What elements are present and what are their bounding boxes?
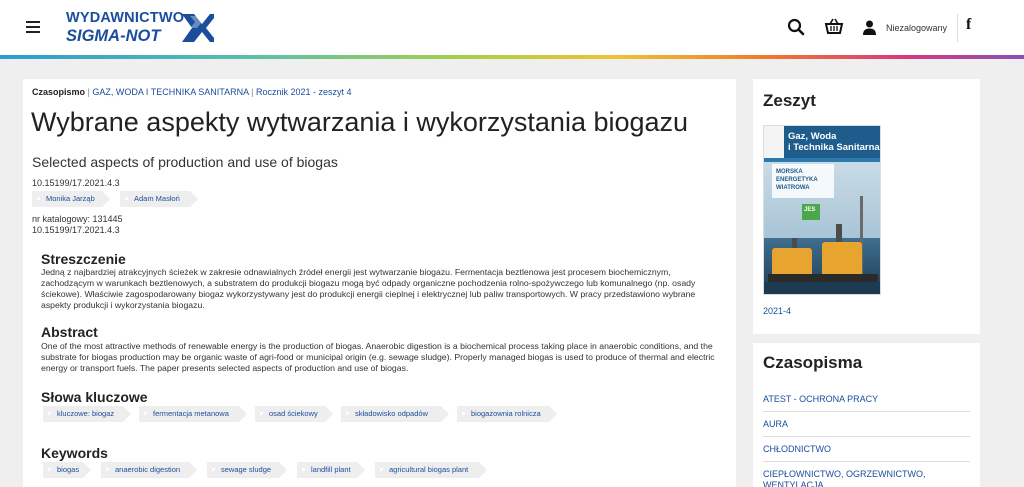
magazine-link[interactable]: CHŁODNICTWO [763,437,970,462]
magazines-list: ATEST - OCHRONA PRACY AURA CHŁODNICTWO C… [763,387,970,487]
header-rainbow-bar [0,55,1024,59]
article-doi: 10.15199/17.2021.4.3 [32,178,120,188]
issue-card: Zeszyt Gaz, Woda i Technika Sanitarna MO… [753,79,980,334]
article-title: Wybrane aspekty wytwarzania i wykorzysta… [31,107,689,137]
breadcrumb-separator: | [87,87,90,97]
user-icon[interactable] [863,20,876,35]
cover-topic-line1: MORSKA [776,169,803,175]
magazine-link[interactable]: CIEPŁOWNICTWO, OGRZEWNICTWO, WENTYLACJA [763,462,970,487]
author-tag[interactable]: Monika Jarząb [32,191,110,207]
keyword-tag[interactable]: biogazownia rolnicza [457,406,557,422]
keyword-tag[interactable]: osad ściekowy [255,406,333,422]
breadcrumb-separator: | [251,87,254,97]
logo-mark-icon [182,14,214,42]
logo-line1: WYDAWNICTWO [66,10,185,26]
breadcrumb-type: Czasopismo [32,87,86,97]
keyword-tag[interactable]: fermentacja metanowa [139,406,247,422]
logo-line2: SIGMA-NOT [66,27,161,45]
issue-heading: Zeszyt [763,91,816,110]
breadcrumb: Czasopismo | GAZ, WODA I TECHNIKA SANITA… [32,87,352,97]
cover-badge: JES [804,207,816,213]
menu-icon[interactable] [26,21,40,33]
cover-topic-line3: WIATROWA [776,185,810,191]
search-icon[interactable] [787,18,805,36]
article-doi-secondary: 10.15199/17.2021.4.3 [32,225,120,235]
cover-topic-line2: ENERGETYKA [776,177,818,183]
author-tag[interactable]: Adam Masłoń [120,191,198,207]
login-status-link[interactable]: Niezalogowany [886,23,947,33]
cover-title-line1: Gaz, Woda [788,131,837,142]
keyword-tag[interactable]: landfill plant [297,462,365,478]
facebook-icon[interactable]: f [966,16,971,34]
site-header: WYDAWNICTWO SIGMA-NOT Niezalogowany f [0,0,1024,56]
magazine-link[interactable]: AURA [763,412,970,437]
keywords-heading: Keywords [41,445,108,461]
magazines-heading: Czasopisma [763,353,863,372]
magazine-link[interactable]: ATEST - OCHRONA PRACY [763,387,970,412]
keyword-tag[interactable]: sewage sludge [207,462,287,478]
issue-link[interactable]: 2021-4 [763,306,791,316]
keyword-tag[interactable]: agricultural biogas plant [375,462,487,478]
issue-cover-image[interactable]: Gaz, Woda i Technika Sanitarna MORSKA EN… [763,125,881,295]
site-logo[interactable]: WYDAWNICTWO SIGMA-NOT [66,10,216,46]
streszczenie-heading: Streszczenie [41,251,126,267]
breadcrumb-journal-link[interactable]: GAZ, WODA I TECHNIKA SANITARNA [92,87,248,97]
keyword-tag[interactable]: składowisko odpadów [341,406,449,422]
abstract-text: One of the most attractive methods of re… [41,341,715,373]
keyword-tag[interactable]: kluczowe: biogaz [43,406,131,422]
catalog-number: nr katalogowy: 131445 [32,214,123,224]
abstract-heading: Abstract [41,324,98,340]
article-card: Czasopismo | GAZ, WODA I TECHNIKA SANITA… [23,79,736,487]
keywords-list: biogas anaerobic digestion sewage sludge… [41,462,731,478]
header-divider [957,14,958,42]
breadcrumb-volume-link[interactable]: Rocznik 2021 - zeszyt 4 [256,87,352,97]
cart-icon[interactable] [824,18,844,36]
keyword-tag[interactable]: anaerobic digestion [101,462,197,478]
cover-title-line2: i Technika Sanitarna [788,142,880,153]
magazines-card: Czasopisma ATEST - OCHRONA PRACY AURA CH… [753,343,980,487]
article-subtitle: Selected aspects of production and use o… [32,154,338,170]
slowa-kluczowe-heading: Słowa kluczowe [41,389,148,405]
keyword-tag[interactable]: biogas [43,462,91,478]
streszczenie-text: Jedną z najbardziej atrakcyjnych ścieżek… [41,267,696,310]
slowa-kluczowe-list: kluczowe: biogaz fermentacja metanowa os… [41,406,731,422]
